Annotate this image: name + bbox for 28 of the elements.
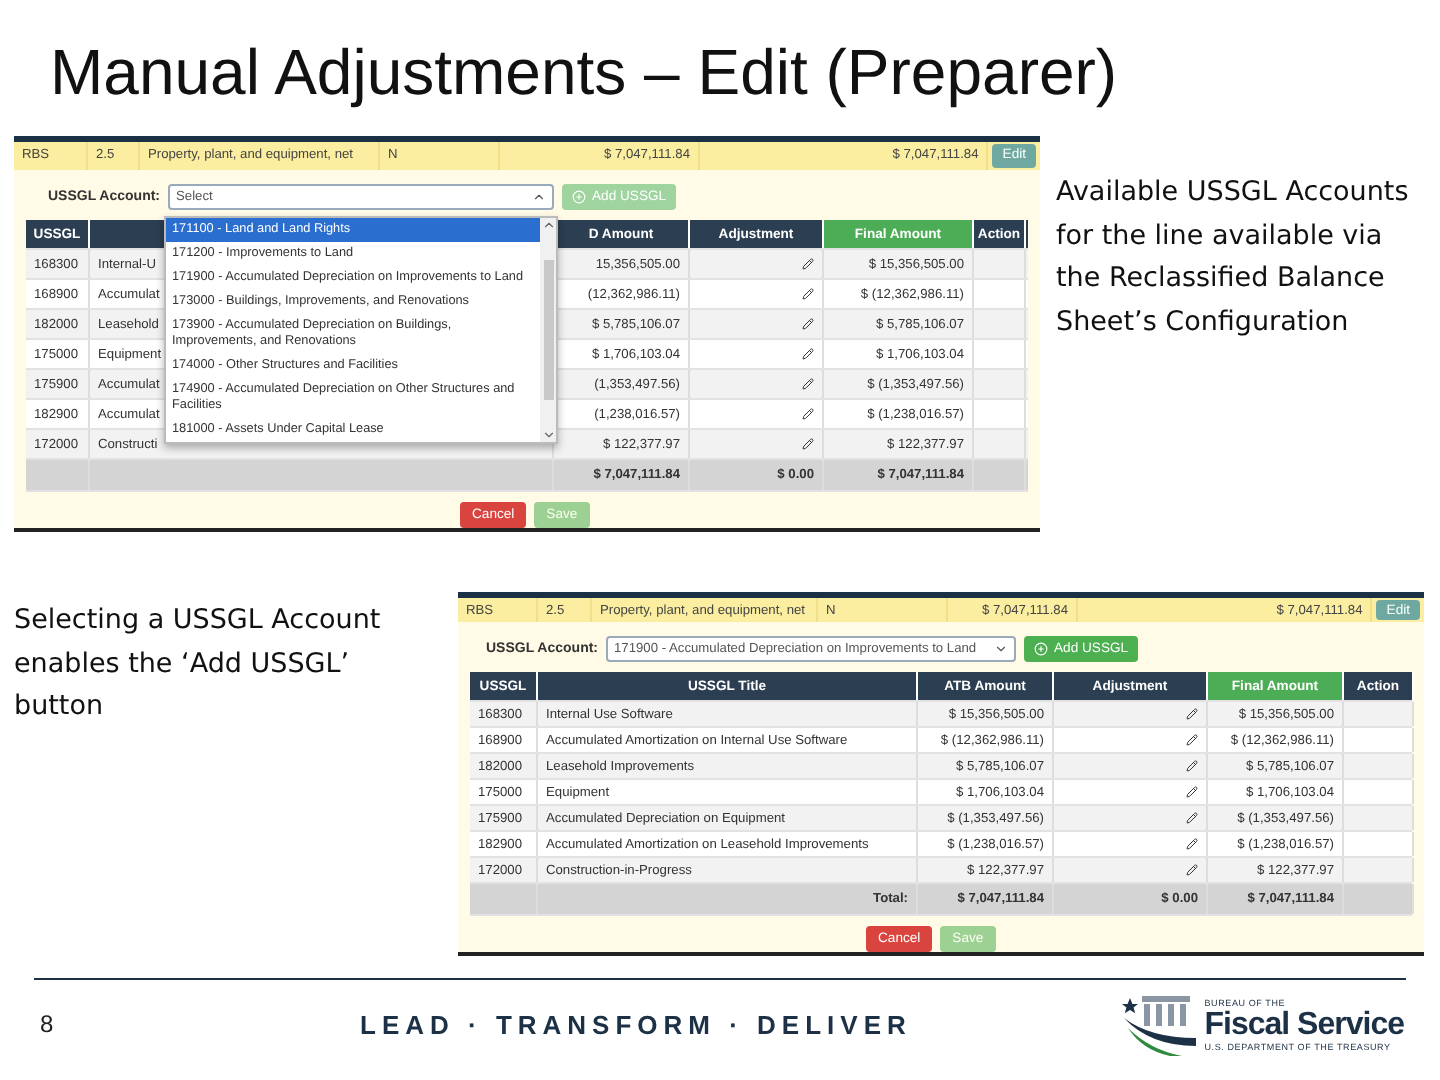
note-text: Selecting a USSGL Account enables the ‘Add USSGL’ button [14,602,383,726]
emblem-icon [1122,990,1199,1058]
caret-icon [994,642,1009,656]
pencil-icon[interactable] [1186,734,1198,746]
pencil-icon[interactable] [802,318,814,330]
pencil-icon[interactable] [802,288,814,300]
plus-icon [1034,642,1049,656]
logo-name: Fiscal Service [1204,1007,1404,1041]
pencil-icon[interactable] [802,258,814,270]
caret-icon [532,189,547,204]
pencil-icon[interactable] [802,378,814,390]
plus-icon [572,189,587,204]
note-text: Available USSGL Accounts for the line available via the Reclassified Balance Sheet’s Configuration [1056,174,1411,341]
pencil-icon[interactable] [1186,760,1198,772]
pencil-icon[interactable] [1186,812,1198,824]
pencil-icon[interactable] [1186,708,1198,720]
slide-title: Manual Adjustments – Edit (Preparer) [50,34,1120,112]
pencil-icon[interactable] [1186,786,1198,798]
pencil-icon[interactable] [802,408,814,420]
pencil-icon[interactable] [1186,838,1198,850]
scroll-down-icon[interactable] [541,428,555,442]
motto-text: LEAD · TRANSFORM · DELIVER [360,1009,914,1039]
page-number: 8 [40,1010,56,1038]
pencil-icon[interactable] [802,438,814,450]
pencil-icon[interactable] [802,348,814,360]
scrollbar[interactable] [540,218,556,442]
pencil-icon[interactable] [1186,864,1198,876]
scroll-up-icon[interactable] [541,218,555,232]
